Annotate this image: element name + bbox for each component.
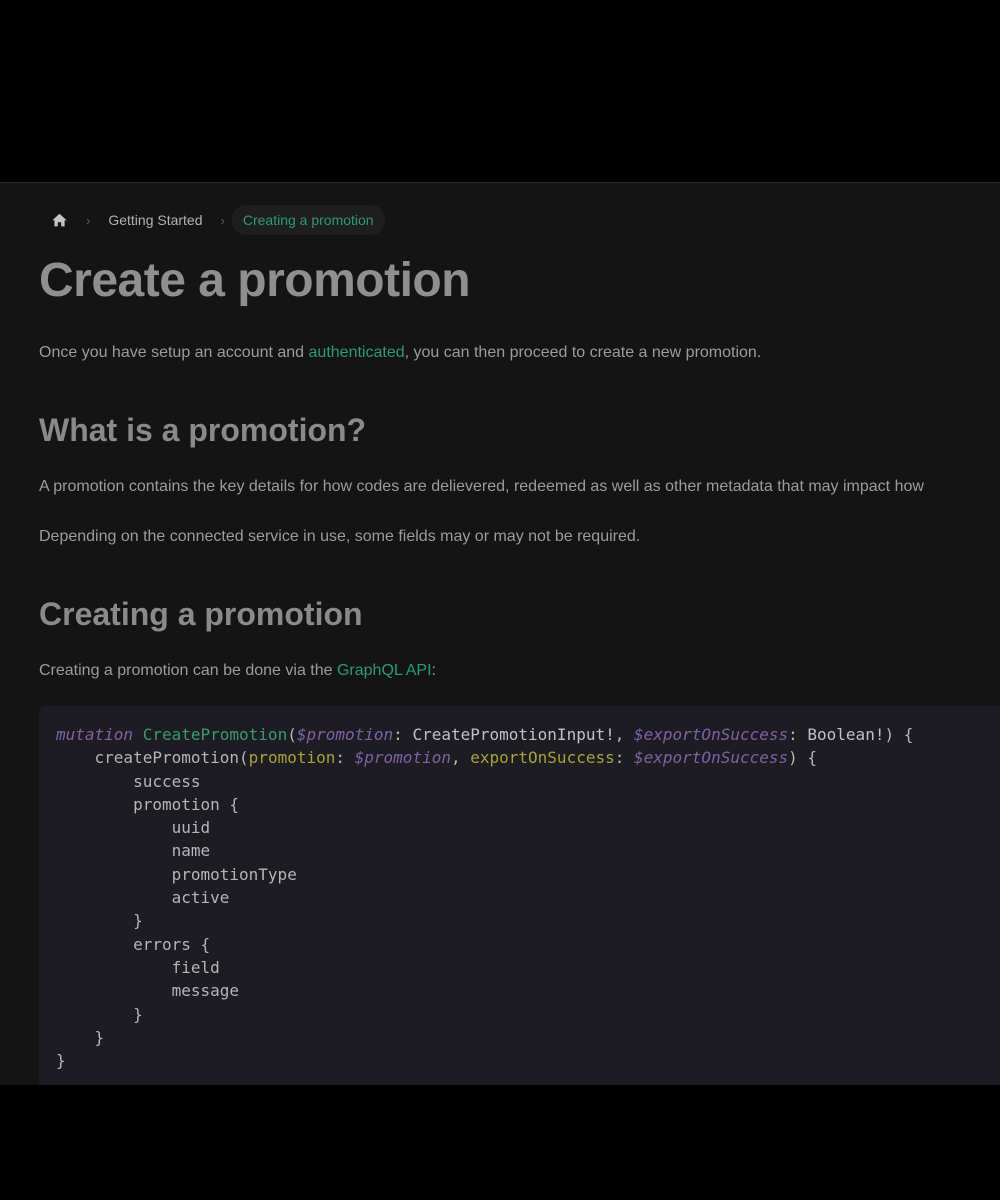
code-type: Boolean!	[807, 725, 885, 744]
section2-text-before: Creating a promotion can be done via the	[39, 662, 337, 679]
code-field: uuid	[171, 818, 211, 838]
code-field: promotion	[133, 794, 220, 814]
bottom-blank-area	[0, 1085, 1000, 1200]
code-keyword: mutation	[56, 725, 134, 744]
code-variable: $exportOnSuccess	[634, 748, 789, 768]
code-field: name	[171, 841, 211, 861]
code-content: mutation CreatePromotion($promotion: Cre…	[56, 725, 914, 1071]
code-variable: $promotion	[296, 725, 394, 744]
code-field: field	[171, 957, 220, 977]
authenticated-link[interactable]: authenticated	[309, 344, 405, 361]
section-heading-what-is: What is a promotion?	[39, 412, 367, 448]
section-heading-creating: Creating a promotion	[39, 596, 363, 632]
code-variable: $exportOnSuccess	[634, 725, 789, 744]
breadcrumb: › Getting Started › Creating a promotion	[50, 205, 385, 235]
chevron-right-icon: ›	[86, 212, 91, 228]
section1-paragraph-2: Depending on the connected service in us…	[39, 528, 641, 545]
docs-page: › Getting Started › Creating a promotion…	[0, 182, 1000, 1086]
code-field: success	[133, 771, 201, 791]
code-field: promotionType	[171, 864, 297, 884]
code-field: active	[171, 888, 230, 908]
section2-text-after: :	[431, 662, 436, 679]
code-operation-name: CreatePromotion	[142, 725, 288, 744]
breadcrumb-current-page[interactable]: Creating a promotion	[231, 205, 385, 235]
code-field: createPromotion	[94, 748, 240, 768]
top-blank-area	[0, 0, 1000, 182]
code-type: CreatePromotionInput!	[412, 725, 615, 744]
code-block[interactable]: mutation CreatePromotion($promotion: Cre…	[39, 706, 1000, 1086]
chevron-right-icon: ›	[220, 212, 225, 228]
breadcrumb-getting-started[interactable]: Getting Started	[108, 212, 202, 228]
section1-paragraph-1: A promotion contains the key details for…	[39, 478, 924, 495]
intro-paragraph: Once you have setup an account and authe…	[39, 344, 761, 362]
code-variable: $promotion	[354, 748, 451, 768]
page-title: Create a promotion	[39, 254, 471, 307]
section2-paragraph: Creating a promotion can be done via the…	[39, 662, 436, 680]
intro-text-before: Once you have setup an account and	[39, 344, 309, 361]
intro-text-after: , you can then proceed to create a new p…	[404, 344, 762, 361]
code-field: message	[171, 981, 240, 1001]
code-argument: promotion	[248, 748, 336, 768]
home-icon[interactable]	[50, 211, 68, 229]
code-argument: exportOnSuccess	[470, 748, 615, 768]
graphql-api-link[interactable]: GraphQL API	[337, 662, 432, 679]
code-field: errors	[133, 934, 191, 954]
